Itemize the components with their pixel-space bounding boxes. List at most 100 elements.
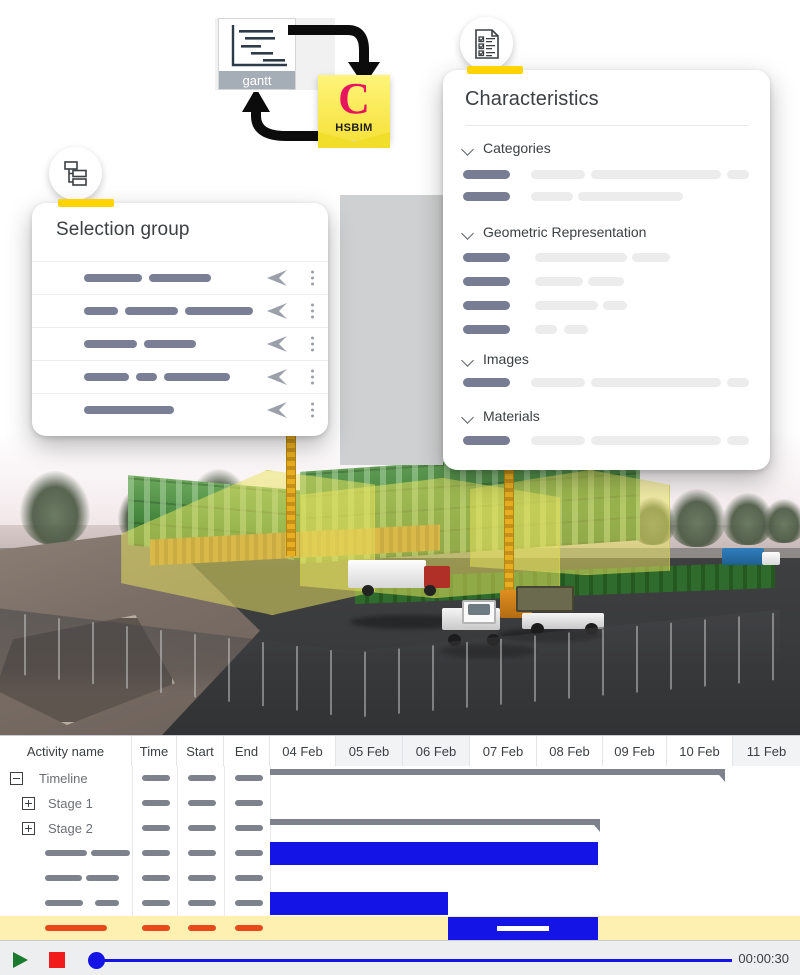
date-header-07feb[interactable]: 07 Feb <box>470 736 537 766</box>
cell-placeholder <box>235 875 263 881</box>
chip <box>84 373 129 381</box>
attribute-value <box>578 192 683 201</box>
truck-wheel <box>362 585 374 596</box>
task-bar[interactable] <box>270 842 598 865</box>
section-label: Images <box>483 351 529 367</box>
characteristics-badge[interactable] <box>460 17 513 70</box>
attribute-value <box>564 325 588 334</box>
attribute-row[interactable] <box>463 253 670 262</box>
date-header-04feb[interactable]: 04 Feb <box>270 736 336 766</box>
send-paper-plane-icon[interactable] <box>266 335 288 353</box>
row-chips <box>84 274 211 282</box>
cell-placeholder <box>188 850 216 856</box>
attribute-row[interactable] <box>463 301 627 310</box>
summary-bar[interactable] <box>270 819 600 825</box>
selection-row[interactable] <box>32 261 328 294</box>
chip <box>144 340 196 348</box>
chip <box>84 340 137 348</box>
date-header-11feb[interactable]: 11 Feb <box>733 736 800 766</box>
date-header-05feb[interactable]: 05 Feb <box>336 736 403 766</box>
attribute-row[interactable] <box>463 325 588 334</box>
gantt-row-stage-1[interactable]: Stage 1 <box>0 791 800 816</box>
gantt-row-current-task[interactable] <box>0 916 800 941</box>
hsbim-logo-letter: C <box>338 74 370 123</box>
stop-square-icon[interactable] <box>49 952 65 968</box>
kebab-menu-icon[interactable] <box>311 303 314 319</box>
truck-wheel <box>424 585 436 596</box>
attribute-row[interactable] <box>463 170 749 179</box>
cell-placeholder <box>235 800 263 806</box>
column-header-start[interactable]: Start <box>177 736 224 766</box>
section-header-images[interactable]: Images <box>463 351 529 367</box>
column-header-time[interactable]: Time <box>132 736 177 766</box>
kebab-menu-icon[interactable] <box>311 336 314 352</box>
attribute-row[interactable] <box>463 378 749 387</box>
column-header-activity-name[interactable]: Activity name <box>0 736 132 766</box>
kebab-menu-icon[interactable] <box>311 402 314 418</box>
date-header-10feb[interactable]: 10 Feb <box>667 736 733 766</box>
attribute-value <box>535 325 557 334</box>
kebab-menu-icon[interactable] <box>311 270 314 286</box>
gantt-header-row: Activity name Time Start End 04 Feb 05 F… <box>0 736 800 766</box>
attribute-row[interactable] <box>463 436 749 445</box>
send-paper-plane-icon[interactable] <box>266 401 288 419</box>
attribute-value <box>531 378 585 387</box>
section-header-materials[interactable]: Materials <box>463 408 540 424</box>
selection-row[interactable] <box>32 294 328 327</box>
chip <box>149 274 211 282</box>
attribute-key <box>463 170 510 179</box>
date-header-08feb[interactable]: 08 Feb <box>537 736 603 766</box>
app-screenshot: gantt C HSBIM Selection group Characteri… <box>0 0 800 975</box>
gantt-row-timeline[interactable]: Timeline <box>0 766 800 791</box>
timeline-slider-track[interactable] <box>92 959 732 962</box>
section-label: Materials <box>483 408 540 424</box>
distant-blue-truck <box>722 548 764 565</box>
date-header-06feb[interactable]: 06 Feb <box>403 736 470 766</box>
cell-placeholder <box>142 900 170 906</box>
attribute-value <box>531 436 585 445</box>
kebab-menu-icon[interactable] <box>311 369 314 385</box>
chip <box>164 373 230 381</box>
task-bar-in-progress[interactable] <box>448 917 598 940</box>
play-triangle-icon[interactable] <box>13 952 28 968</box>
attribute-value <box>531 192 573 201</box>
selection-group-panel: Selection group <box>32 199 328 436</box>
attribute-key <box>463 301 510 310</box>
date-header-09feb[interactable]: 09 Feb <box>603 736 667 766</box>
gantt-row-task[interactable] <box>0 891 800 916</box>
send-paper-plane-icon[interactable] <box>266 302 288 320</box>
gantt-file-icon[interactable]: gantt <box>218 18 296 90</box>
row-expander-collapse[interactable] <box>10 772 23 785</box>
task-bar[interactable] <box>270 892 448 915</box>
gantt-chart[interactable]: Activity name Time Start End 04 Feb 05 F… <box>0 735 800 941</box>
row-chips <box>84 307 253 315</box>
timeline-slider-thumb[interactable] <box>88 952 105 969</box>
send-paper-plane-icon[interactable] <box>266 269 288 287</box>
label-placeholder <box>95 900 119 906</box>
attribute-row[interactable] <box>463 277 624 286</box>
attribute-row[interactable] <box>463 192 683 201</box>
selection-group-badge[interactable] <box>49 147 102 200</box>
selection-row[interactable] <box>32 360 328 393</box>
hsbim-app-note[interactable]: C HSBIM <box>318 75 390 141</box>
selection-row[interactable] <box>32 393 328 426</box>
column-header-end[interactable]: End <box>224 736 270 766</box>
gantt-row-task[interactable] <box>0 841 800 866</box>
attribute-value <box>591 436 721 445</box>
gantt-row-stage-2[interactable]: Stage 2 <box>0 816 800 841</box>
attribute-key <box>463 436 510 445</box>
attribute-key <box>463 192 510 201</box>
row-expander-expand[interactable] <box>22 822 35 835</box>
cell-placeholder <box>235 925 263 931</box>
gantt-row-task[interactable] <box>0 866 800 891</box>
flatbed-load <box>516 586 574 612</box>
send-paper-plane-icon[interactable] <box>266 368 288 386</box>
section-header-geometric-representation[interactable]: Geometric Representation <box>463 224 646 240</box>
label-placeholder <box>86 875 119 881</box>
summary-bar[interactable] <box>270 769 725 775</box>
attribute-value <box>603 301 627 310</box>
3d-construction-site-viewport[interactable] <box>0 430 800 735</box>
section-header-categories[interactable]: Categories <box>463 140 551 156</box>
row-expander-expand[interactable] <box>22 797 35 810</box>
selection-row[interactable] <box>32 327 328 360</box>
